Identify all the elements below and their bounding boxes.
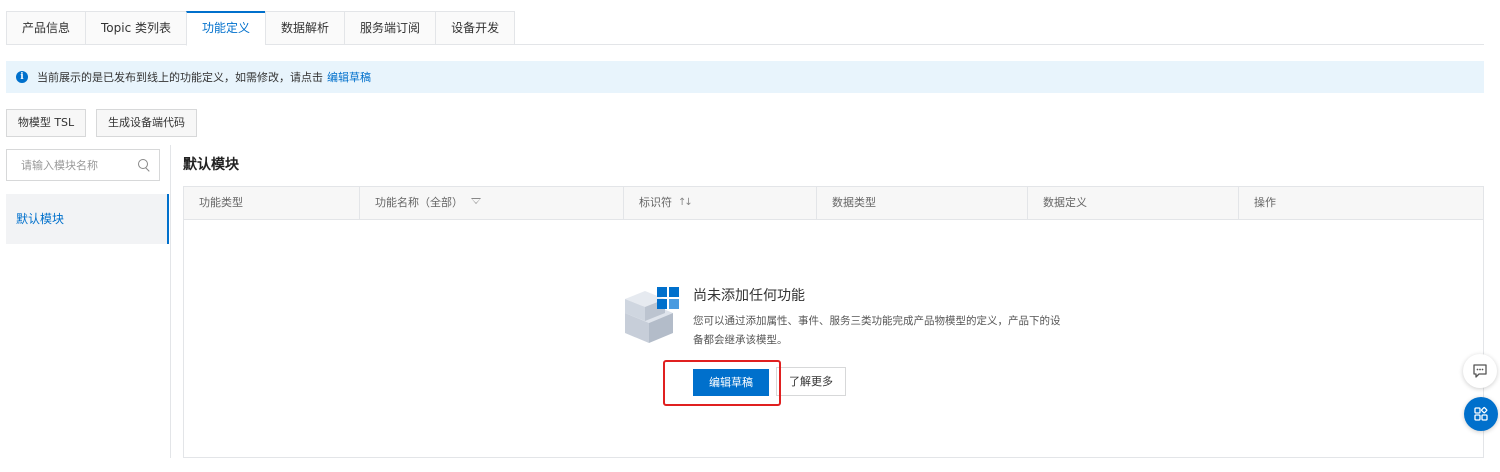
edit-draft-button[interactable]: 编辑草稿 bbox=[693, 369, 769, 396]
info-notice: i 当前展示的是已发布到线上的功能定义，如需修改，请点击 编辑草稿 bbox=[6, 61, 1484, 93]
module-search-box bbox=[6, 149, 160, 181]
column-header-identifier: 标识符 ↑↓ bbox=[624, 187, 817, 219]
column-header-data-type: 数据类型 bbox=[817, 187, 1028, 219]
info-icon: i bbox=[16, 71, 28, 83]
sidebar-divider bbox=[170, 145, 171, 458]
notice-text: 当前展示的是已发布到线上的功能定义，如需修改，请点击 bbox=[37, 71, 323, 84]
sort-icon[interactable]: ↑↓ bbox=[678, 187, 693, 219]
tab-product-info[interactable]: 产品信息 bbox=[6, 11, 86, 45]
tsl-button[interactable]: 物模型 TSL bbox=[6, 109, 86, 137]
tab-data-parsing[interactable]: 数据解析 bbox=[265, 11, 345, 45]
tab-function-definition[interactable]: 功能定义 bbox=[186, 11, 266, 46]
apps-float-button[interactable] bbox=[1464, 397, 1498, 431]
module-title: 默认模块 bbox=[183, 157, 239, 173]
chat-icon bbox=[1473, 364, 1487, 378]
column-header-data-definition: 数据定义 bbox=[1028, 187, 1239, 219]
sidebar-item-default-module[interactable]: 默认模块 bbox=[6, 194, 169, 244]
column-header-function-type: 功能类型 bbox=[184, 187, 360, 219]
edit-draft-link[interactable]: 编辑草稿 bbox=[327, 69, 371, 85]
chat-float-button[interactable] bbox=[1463, 354, 1497, 388]
generate-device-code-button[interactable]: 生成设备端代码 bbox=[96, 109, 197, 137]
module-search-input[interactable] bbox=[21, 158, 137, 172]
learn-more-button[interactable]: 了解更多 bbox=[776, 367, 846, 396]
column-header-function-name: 功能名称（全部） bbox=[360, 187, 624, 219]
tab-bar: 产品信息 Topic 类列表 功能定义 数据解析 服务端订阅 设备开发 bbox=[6, 11, 1484, 46]
tab-server-subscription[interactable]: 服务端订阅 bbox=[344, 11, 436, 45]
table-header: 功能类型 功能名称（全部） 标识符 ↑↓ 数据类型 数据定义 操作 bbox=[184, 187, 1483, 220]
tab-device-development[interactable]: 设备开发 bbox=[435, 11, 516, 45]
empty-state-description: 您可以通过添加属性、事件、服务三类功能完成产品物模型的定义，产品下的设备都会继承… bbox=[693, 315, 1061, 346]
empty-state-cube-icon bbox=[625, 287, 679, 343]
column-header-actions: 操作 bbox=[1254, 196, 1276, 209]
empty-state-title: 尚未添加任何功能 bbox=[693, 288, 805, 304]
apps-icon bbox=[1474, 406, 1488, 421]
search-icon[interactable] bbox=[137, 158, 151, 172]
tab-topic-list[interactable]: Topic 类列表 bbox=[85, 11, 187, 45]
filter-icon[interactable] bbox=[471, 198, 481, 208]
